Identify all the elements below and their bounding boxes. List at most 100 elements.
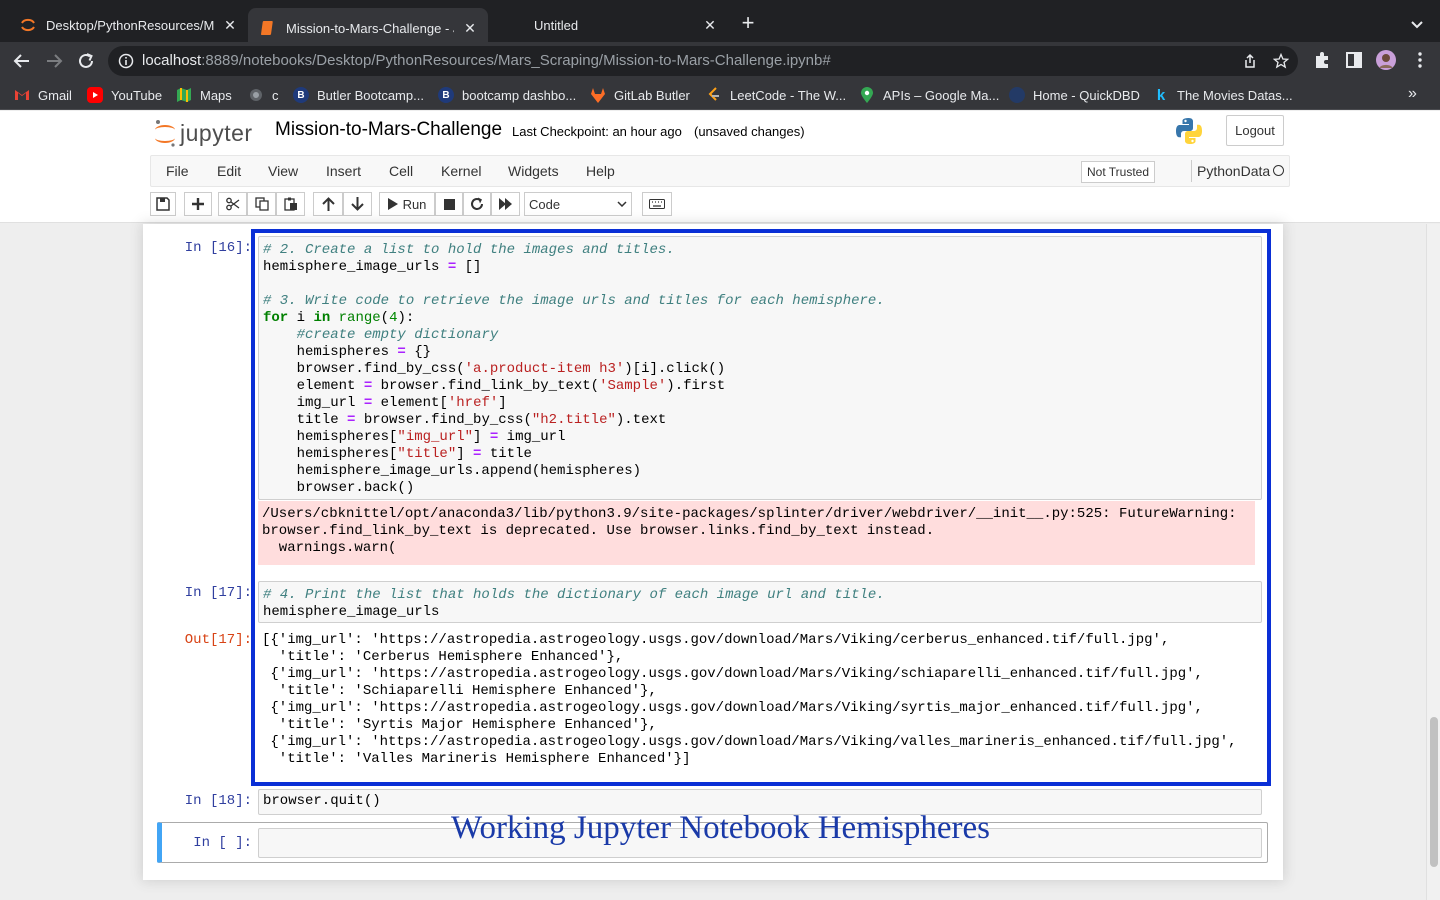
globe-icon [248, 87, 264, 103]
share-icon[interactable] [1242, 53, 1258, 69]
gitlab-icon [590, 87, 606, 103]
bookmark-maps[interactable]: Maps [176, 86, 232, 104]
fast-forward-icon [498, 198, 512, 210]
bookmark-leetcode[interactable]: LeetCode - The W... [706, 86, 846, 104]
forward-arrow-icon[interactable] [42, 50, 66, 72]
restart-kernel-button[interactable] [463, 192, 491, 216]
menu-cell[interactable]: Cell [389, 163, 413, 179]
move-cell-up-button[interactable] [313, 192, 343, 216]
scrollbar-thumb[interactable] [1430, 717, 1438, 867]
bookmark-google-maps-apis[interactable]: APIs – Google Ma... [859, 86, 999, 104]
bookmark-movies-dataset[interactable]: k The Movies Datas... [1153, 86, 1293, 104]
extensions-puzzle-icon[interactable] [1312, 50, 1332, 70]
bookmark-youtube[interactable]: YouTube [87, 86, 162, 104]
maps-icon [176, 87, 192, 103]
run-button[interactable]: Run [379, 192, 435, 216]
move-cell-down-button[interactable] [343, 192, 372, 216]
close-tab-icon[interactable]: ✕ [700, 15, 720, 35]
close-tab-icon[interactable]: ✕ [220, 15, 240, 35]
bookmark-bootcamp-dashboard[interactable]: Bbootcamp dashbo... [438, 86, 576, 104]
bookmark-quickdbd[interactable]: Home - QuickDBD [1009, 86, 1140, 104]
arrow-up-icon [321, 197, 335, 211]
site-info-icon[interactable] [118, 53, 134, 69]
bookmark-gmail[interactable]: Gmail [14, 86, 72, 104]
empty-cell-input-prompt: In [ ]: [193, 835, 252, 851]
jupyter-header: jupyter Mission-to-Mars-Challenge Last C… [0, 111, 1440, 223]
interrupt-kernel-button[interactable] [435, 192, 463, 216]
butler-icon: B [293, 87, 309, 103]
jupyter-favicon-icon [20, 17, 36, 33]
cell-17-input-prompt: In [17]: [184, 585, 252, 601]
back-arrow-icon[interactable] [10, 50, 34, 72]
jupyter-menubar: File Edit View Insert Cell Kernel Widget… [150, 155, 1290, 187]
notebook-scrollbar[interactable] [1426, 224, 1440, 900]
copy-cells-button[interactable] [247, 192, 276, 216]
copy-icon [254, 197, 269, 211]
restart-run-all-button[interactable] [491, 192, 520, 216]
jupyter-logo-icon [155, 120, 175, 147]
trusted-indicator[interactable]: Not Trusted [1081, 161, 1156, 183]
menu-kernel[interactable]: Kernel [441, 163, 481, 179]
restart-icon [471, 197, 483, 210]
butler-icon: B [438, 87, 454, 103]
stop-icon [443, 198, 455, 210]
save-icon [156, 197, 170, 211]
cell-type-value: Code [529, 196, 561, 212]
tab-search-chevron-icon[interactable] [1406, 14, 1428, 36]
menu-file[interactable]: File [166, 163, 189, 179]
jupyter-logo[interactable]: jupyter [154, 117, 253, 149]
cell-16-input-prompt: In [16]: [184, 240, 252, 256]
logout-button[interactable]: Logout [1226, 115, 1284, 146]
menu-insert[interactable]: Insert [326, 163, 361, 179]
run-label: Run [402, 196, 427, 212]
youtube-icon [87, 87, 103, 103]
new-tab-icon[interactable]: + [736, 12, 760, 36]
side-panel-icon[interactable] [1344, 50, 1364, 70]
paste-cells-button[interactable] [276, 192, 305, 216]
menu-help[interactable]: Help [586, 163, 615, 179]
scissors-icon [225, 197, 239, 211]
tab-title: Untitled [534, 17, 579, 33]
play-icon [387, 198, 398, 210]
cell-type-select[interactable]: Code [524, 192, 632, 216]
chevron-down-icon [617, 201, 627, 207]
close-tab-icon[interactable]: ✕ [460, 18, 480, 38]
menu-view[interactable]: View [268, 163, 298, 179]
bookmark-c[interactable]: c [248, 86, 279, 104]
overlay-caption: Working Jupyter Notebook Hemispheres [451, 810, 990, 846]
gmail-icon [14, 87, 30, 103]
arrow-down-icon [351, 197, 364, 211]
python-logo-icon [1174, 116, 1204, 146]
address-bar[interactable]: localhost:8889/notebooks/Desktop/PythonR… [108, 46, 1298, 76]
more-bookmarks-chevron-icon[interactable]: » [1408, 85, 1417, 103]
menu-edit[interactable]: Edit [217, 163, 241, 179]
bookmarks-bar: Gmail YouTube Maps c B Butler Bootcamp...… [0, 80, 1440, 110]
checkpoint-status: Last Checkpoint: an hour ago [512, 124, 682, 139]
maps-pin-icon [859, 87, 875, 103]
browser-tab-desktop[interactable]: Desktop/PythonResources/Mars ✕ [8, 8, 248, 42]
bookmark-star-icon[interactable] [1272, 52, 1290, 69]
bookmark-gitlab-butler[interactable]: GitLab Butler [590, 86, 690, 104]
command-palette-button[interactable] [642, 192, 672, 216]
autosave-status: (unsaved changes) [694, 124, 805, 139]
menu-widgets[interactable]: Widgets [508, 163, 559, 179]
insert-cell-below-button[interactable] [184, 192, 212, 216]
notebook-name[interactable]: Mission-to-Mars-Challenge [275, 119, 502, 141]
leetcode-icon [706, 87, 722, 103]
kernel-name[interactable]: PythonData [1191, 160, 1270, 182]
plus-icon [192, 198, 204, 210]
chrome-menu-icon[interactable] [1410, 50, 1430, 70]
keyboard-icon [649, 199, 665, 209]
browser-tab-strip: Desktop/PythonResources/Mars ✕ Mission-t… [0, 0, 1440, 48]
profile-avatar[interactable] [1376, 50, 1396, 70]
tab-title: Desktop/PythonResources/Mars [46, 17, 214, 33]
bookmark-butler-bootcamp[interactable]: B Butler Bootcamp... [293, 86, 424, 104]
save-button[interactable] [150, 192, 176, 216]
browser-tab-untitled[interactable]: Untitled ✕ [488, 8, 728, 42]
paste-icon [283, 197, 297, 211]
cut-cells-button[interactable] [218, 192, 247, 216]
tab-title: Mission-to-Mars-Challenge - J [286, 20, 454, 36]
reload-icon[interactable] [74, 50, 98, 72]
browser-toolbar: localhost:8889/notebooks/Desktop/PythonR… [0, 42, 1440, 80]
jupyter-wordmark: jupyter [180, 119, 253, 146]
